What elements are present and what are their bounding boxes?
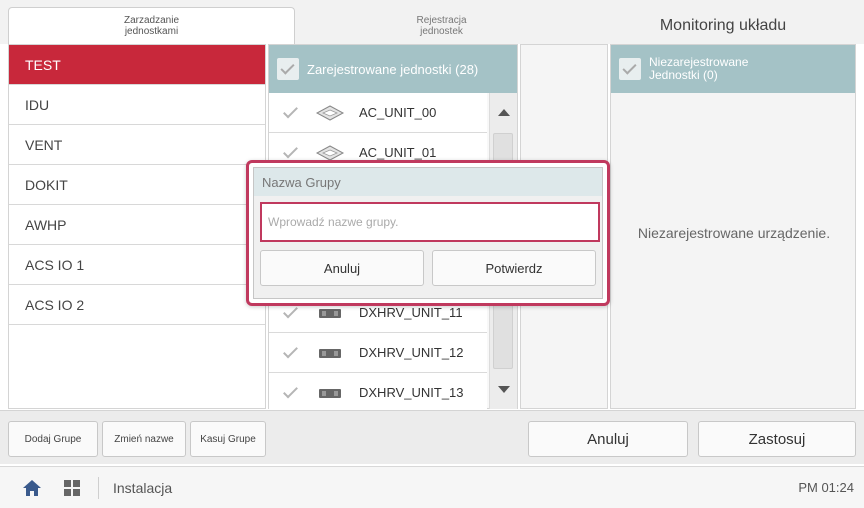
dialog-title: Nazwa Grupy: [254, 168, 602, 196]
status-bar: Instalacja PM 01:24: [0, 466, 864, 508]
footer-divider: [98, 476, 99, 499]
page-title: Instalacja: [113, 479, 173, 496]
dialog-confirm-button[interactable]: Potwierdz: [432, 250, 596, 286]
group-name-dialog: Nazwa Grupy Anuluj Potwierdz: [246, 160, 610, 306]
clock: PM 01:24: [798, 480, 854, 495]
dialog-cancel-button[interactable]: Anuluj: [260, 250, 424, 286]
group-name-input[interactable]: [260, 202, 600, 242]
dialog-body: Nazwa Grupy Anuluj Potwierdz: [253, 167, 603, 299]
modal-overlay: Nazwa Grupy Anuluj Potwierdz: [0, 0, 864, 466]
home-icon[interactable]: [22, 478, 42, 498]
apps-grid-icon[interactable]: [62, 478, 82, 498]
